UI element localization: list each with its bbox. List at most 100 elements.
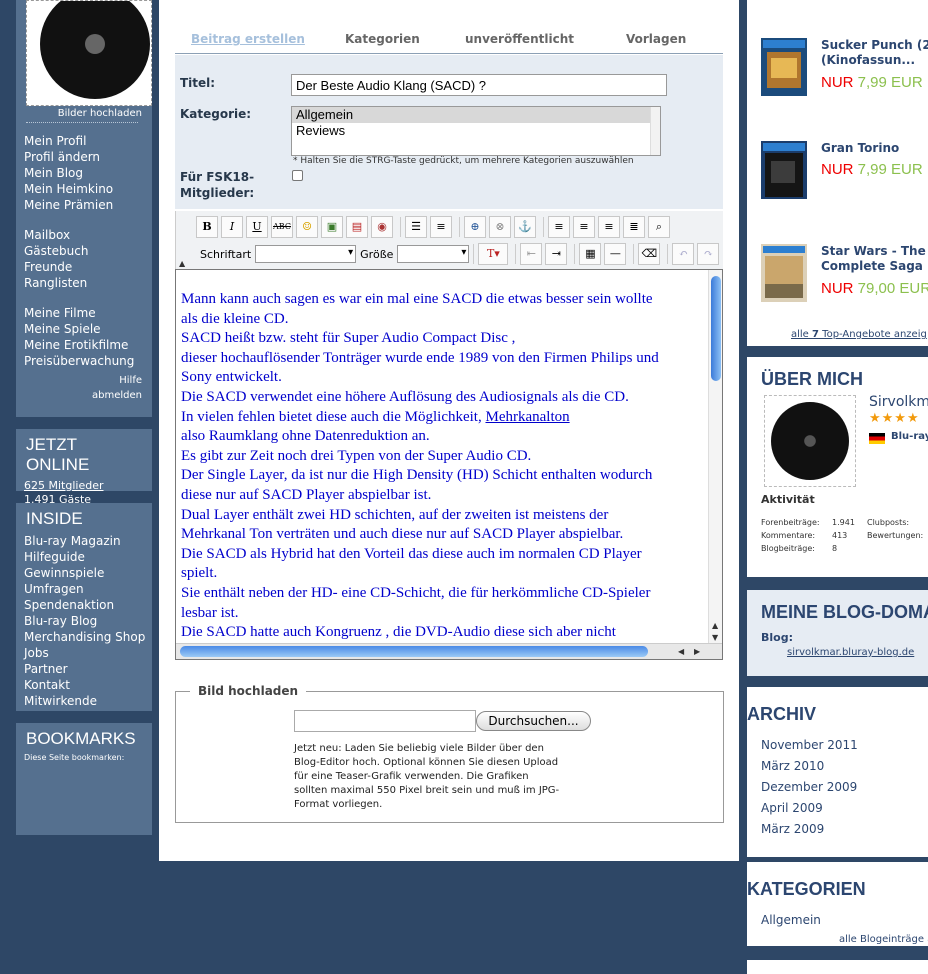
media-icon[interactable]: ◉ [371,216,393,238]
unlink-icon[interactable]: ⊗ [489,216,511,238]
undo-icon[interactable]: ↶ [672,243,695,265]
blog-url-link[interactable]: sirvolkmar.bluray-blog.de [787,647,914,658]
inside-item[interactable]: Merchandising Shop [16,629,152,645]
italic-button[interactable]: I [221,216,243,238]
inside-item[interactable]: Jobs [16,645,152,661]
eraser-icon[interactable]: ⌫ [638,243,661,265]
about-username[interactable]: Sirvolkm [869,394,928,410]
online-members-link[interactable]: 625 Mitglieder [16,479,152,493]
all-blog-entries-link[interactable]: alle Blogeinträge a [839,934,928,945]
vertical-scrollbar[interactable]: ▲ ▼ [708,270,722,644]
redo-icon[interactable]: ↷ [697,243,720,265]
inside-item[interactable]: Kontakt [16,677,152,693]
nav-friends[interactable]: Freunde [24,259,152,275]
sucker-punch-cover [761,38,807,96]
tab-unpublished[interactable]: unveröffentlicht [465,32,574,46]
upload-images-link[interactable]: Bilder hochladen [16,106,152,119]
editor-content-area[interactable]: Mann kann auch sagen es war ein mal eine… [175,269,723,660]
anchor-icon[interactable]: ⚓ [514,216,536,238]
underline-button[interactable]: U [246,216,268,238]
inside-item[interactable]: Partner [16,661,152,677]
ordered-list-icon[interactable]: ☰ [405,216,427,238]
archive-item[interactable]: Dezember 2009 [761,780,857,794]
align-center-icon[interactable]: ≡ [573,216,595,238]
preview-icon[interactable]: ⌕ [648,216,670,238]
about-avatar[interactable] [764,395,856,487]
align-right-icon[interactable]: ≡ [598,216,620,238]
blog-domain-title: MEINE BLOG-DOMA [761,602,928,622]
image-icon[interactable]: ▣ [321,216,343,238]
category-link[interactable]: Allgemein [761,913,821,927]
inside-item[interactable]: Hilfeguide [16,549,152,565]
nav-edit-profile[interactable]: Profil ändern [24,149,152,165]
tab-create-post[interactable]: Beitrag erstellen [191,32,305,46]
video-icon[interactable]: ▤ [346,216,368,238]
editor-line: Es gibt zur Zeit noch drei Typen von der… [181,447,532,464]
archive-item[interactable]: März 2009 [761,822,824,836]
font-select[interactable] [255,245,357,263]
multichannel-link[interactable]: Mehrkanalton [485,409,569,425]
file-path-input[interactable] [294,710,476,732]
toolbar-row-1: B I U ABC ☺ ▣ ▤ ◉ ☰ ≡ ⊕ ⊗ ⚓ ≡ ≡ ≡ ≣ ⌕ [196,215,673,239]
help-link[interactable]: Hilfe [16,373,142,388]
inside-item[interactable]: Blu-ray Magazin [16,533,152,549]
logout-link[interactable]: abmelden [16,388,142,403]
inside-item[interactable]: Spendenaktion [16,597,152,613]
smiley-icon[interactable]: ☺ [296,216,318,238]
scroll-up-arrow[interactable]: ▲ [712,621,718,630]
category-option[interactable]: Reviews [292,123,660,139]
horizontal-scrollbar[interactable]: ◀ ▶ [176,643,722,659]
divider [26,122,138,123]
outdent-icon[interactable]: ⇤ [520,243,543,265]
font-label: Schriftart [200,247,252,261]
nav-my-rewards[interactable]: Meine Prämien [24,197,152,213]
tab-categories[interactable]: Kategorien [345,32,420,46]
vertical-scroll-thumb[interactable] [711,276,721,381]
browse-button[interactable]: Durchsuchen... [476,711,591,731]
all-top-offers-link[interactable]: alle 7 Top-Angebote anzeig [791,329,927,340]
horizontal-scroll-thumb[interactable] [180,646,648,657]
horizontal-rule-icon[interactable]: — [604,243,627,265]
fsk18-checkbox[interactable] [292,170,303,181]
strikethrough-button[interactable]: ABC [271,216,293,238]
nav-guestbook[interactable]: Gästebuch [24,243,152,259]
offer-price: NUR 7,99 EUR [821,74,923,91]
unordered-list-icon[interactable]: ≡ [430,216,452,238]
collapse-toolbar-icon[interactable]: ▲ [179,259,185,268]
align-justify-icon[interactable]: ≣ [623,216,645,238]
nav-rankings[interactable]: Ranglisten [24,275,152,291]
link-icon[interactable]: ⊕ [464,216,486,238]
scroll-right-arrow[interactable]: ▶ [694,647,700,656]
avatar[interactable] [26,0,152,106]
nav-mailbox[interactable]: Mailbox [24,227,152,243]
archive-item[interactable]: März 2010 [761,759,824,773]
category-select[interactable]: Allgemein Reviews [291,106,661,156]
inside-item[interactable]: Gewinnspiele [16,565,152,581]
nav-my-movies[interactable]: Meine Filme [24,305,152,321]
editor-text[interactable]: Mann kann auch sagen es war ein mal eine… [181,290,701,643]
indent-icon[interactable]: ⇥ [545,243,568,265]
archive-item[interactable]: November 2011 [761,738,858,752]
nav-my-games[interactable]: Meine Spiele [24,321,152,337]
table-icon[interactable]: ▦ [579,243,602,265]
text-color-icon[interactable]: T▾ [478,243,509,265]
size-select[interactable] [397,245,470,263]
nav-price-watch[interactable]: Preisüberwachung [24,353,152,369]
bold-button[interactable]: B [196,216,218,238]
editor-line: Die SACD verwendet eine höhere Auflösung… [181,388,629,405]
category-scrollbar[interactable] [650,107,660,155]
title-input[interactable] [291,74,667,96]
align-left-icon[interactable]: ≡ [548,216,570,238]
archive-item[interactable]: April 2009 [761,801,823,815]
tab-templates[interactable]: Vorlagen [626,32,686,46]
scroll-left-arrow[interactable]: ◀ [678,647,684,656]
nav-my-home-cinema[interactable]: Mein Heimkino [24,181,152,197]
inside-item[interactable]: Mitwirkende [16,693,152,709]
inside-item[interactable]: Blu-ray Blog [16,613,152,629]
inside-item[interactable]: Umfragen [16,581,152,597]
scroll-down-arrow[interactable]: ▼ [712,633,718,642]
category-option[interactable]: Allgemein [292,107,660,123]
nav-my-profile[interactable]: Mein Profil [24,133,152,149]
nav-my-erotic-movies[interactable]: Meine Erotikfilme [24,337,152,353]
nav-my-blog[interactable]: Mein Blog [24,165,152,181]
